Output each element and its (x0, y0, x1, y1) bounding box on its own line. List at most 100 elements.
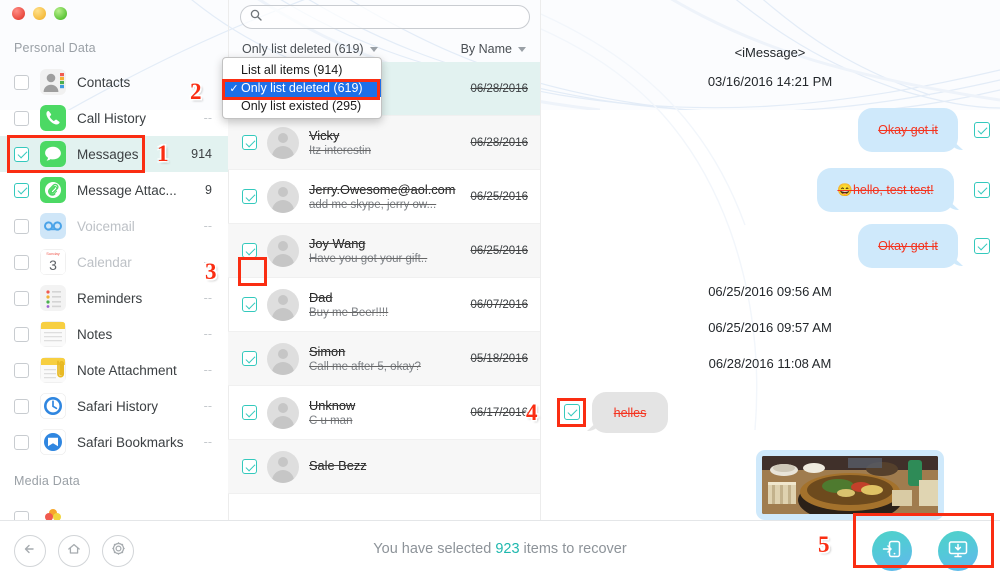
close-window-button[interactable] (12, 7, 25, 20)
table-row[interactable]: Vicky Itz interestin 06/28/2016 (228, 116, 540, 170)
sidebar-checkbox-safari-history[interactable] (14, 398, 29, 414)
minimize-window-button[interactable] (33, 7, 46, 20)
sidebar-checkbox-voicemail[interactable] (14, 218, 29, 234)
scope-dropdown-menu[interactable]: List all items (914) ✓ Only list deleted… (222, 57, 382, 119)
search-bar[interactable] (240, 5, 530, 29)
message-attachment-icon (40, 177, 66, 203)
sidebar-item-calendar[interactable]: Sunday 3 Calendar -- (0, 244, 228, 280)
message-select-checkbox[interactable] (564, 404, 580, 420)
sidebar-checkbox-messages[interactable] (14, 146, 29, 162)
sidebar-checkbox-note-attachment[interactable] (14, 362, 29, 378)
message-bubble-text: Okay got it (878, 239, 938, 253)
sidebar-checkbox-calendar[interactable] (14, 254, 29, 270)
annotation-number-3: 3 (205, 259, 217, 284)
row-text: Simon Call me after 5, okay? (309, 344, 459, 373)
message-select-checkbox[interactable] (974, 238, 990, 254)
chevron-down-icon (518, 46, 526, 52)
row-name: Vicky (309, 128, 340, 143)
row-name: Dad (309, 290, 333, 305)
row-name: Sale Bezz (309, 458, 367, 473)
row-checkbox[interactable] (242, 297, 257, 312)
sidebar-label-call-history: Call History (77, 110, 147, 126)
window-traffic-lights[interactable] (12, 7, 67, 20)
message-bubble-incoming[interactable]: helles (592, 392, 668, 433)
sidebar-section-personal-data: Personal Data (14, 41, 96, 55)
sidebar-count-safari-history: -- (203, 399, 212, 413)
recover-to-device-button[interactable] (872, 531, 912, 571)
sidebar-item-notes[interactable]: Notes -- (0, 316, 228, 352)
sidebar-item-note-attachment[interactable]: Note Attachment -- (0, 352, 228, 388)
dropdown-item-only-existed[interactable]: Only list existed (295) (223, 97, 381, 115)
message-bubble-outgoing[interactable]: 😄hello, test test! (817, 168, 954, 212)
sidebar-checkbox-safari-bookmarks[interactable] (14, 434, 29, 450)
filter-scope-dropdown[interactable]: Only list deleted (619) (242, 42, 378, 56)
sidebar-count-note-attachment: -- (203, 363, 212, 377)
filter-scope-label: Only list deleted (619) (242, 42, 364, 56)
table-row[interactable]: Dad Buy me Beer!!!! 06/07/2016 (228, 278, 540, 332)
row-name: Simon (309, 344, 346, 359)
message-bubble-outgoing[interactable]: Okay got it (858, 224, 958, 268)
row-checkbox[interactable] (242, 351, 257, 366)
row-date: 06/25/2016 (470, 190, 528, 203)
avatar (267, 450, 299, 483)
sidebar-count-reminders: -- (203, 291, 212, 305)
sidebar-label-message-attachments: Message Attac... (77, 182, 177, 198)
table-row[interactable]: Sale Bezz (228, 440, 540, 494)
dropdown-item-only-deleted[interactable]: ✓ Only list deleted (619) (223, 79, 381, 97)
row-checkbox[interactable] (242, 405, 257, 420)
notes-icon (40, 321, 66, 347)
row-date: 06/25/2016 (470, 244, 528, 257)
message-bubble-text: 😄hello, test test! (837, 182, 934, 197)
row-preview: Itz interestin (309, 145, 371, 157)
status-prefix: You have selected (373, 541, 496, 557)
annotation-number-2: 2 (190, 79, 202, 104)
sidebar-item-voicemail[interactable]: Voicemail -- (0, 208, 228, 244)
avatar (267, 288, 299, 321)
sidebar-checkbox-reminders[interactable] (14, 290, 29, 306)
recover-to-device-icon (881, 538, 903, 565)
sidebar-item-safari-history[interactable]: Safari History -- (0, 388, 228, 424)
search-input[interactable] (267, 10, 507, 24)
call-history-icon (40, 105, 66, 131)
message-bubble-text: helles (613, 405, 647, 420)
sidebar-item-reminders[interactable]: Reminders -- (0, 280, 228, 316)
sidebar-item-message-attachments[interactable]: Message Attac... 9 (0, 172, 228, 208)
sidebar-item-messages[interactable]: Messages 914 (0, 136, 228, 172)
row-checkbox[interactable] (242, 189, 257, 204)
message-bubble-photo[interactable] (756, 450, 944, 520)
avatar (267, 342, 299, 375)
conversation-header: <iMessage> (734, 45, 806, 60)
sidebar-item-photos[interactable] (0, 500, 228, 520)
sidebar-checkbox-call-history[interactable] (14, 110, 29, 126)
sidebar-item-call-history[interactable]: Call History -- (0, 100, 228, 136)
message-select-checkbox[interactable] (974, 122, 990, 138)
table-row[interactable]: Unknow C u man 06/17/2016 (228, 386, 540, 440)
zoom-window-button[interactable] (54, 7, 67, 20)
conversation-timestamp: 06/25/2016 09:56 AM (708, 284, 832, 299)
attached-photo (762, 456, 938, 514)
sidebar-checkbox-photos[interactable] (14, 510, 29, 520)
sidebar-checkbox-notes[interactable] (14, 326, 29, 342)
row-checkbox[interactable] (242, 135, 257, 150)
status-text: You have selected 923 items to recover (0, 541, 1000, 557)
row-preview: C u man (309, 415, 353, 427)
sidebar-section-media-data: Media Data (14, 474, 80, 488)
table-row[interactable]: Jerry.Owesome@aol.com add me skype, jerr… (228, 170, 540, 224)
row-checkbox[interactable] (242, 243, 257, 258)
conversation-timestamp: 06/28/2016 11:08 AM (708, 356, 832, 371)
row-date: 06/17/2016 (470, 406, 528, 419)
svg-text:3: 3 (49, 257, 57, 273)
avatar (267, 126, 299, 159)
message-select-checkbox[interactable] (974, 182, 990, 198)
table-row[interactable]: Joy Wang Have you got your gift.. 06/25/… (228, 224, 540, 278)
filter-sort-dropdown[interactable]: By Name (461, 42, 526, 56)
sidebar-item-safari-bookmarks[interactable]: Safari Bookmarks -- (0, 424, 228, 460)
message-rows[interactable]: 06/28/2016 Vicky Itz interestin 06/28/20… (228, 62, 540, 520)
row-checkbox[interactable] (242, 459, 257, 474)
dropdown-item-list-all[interactable]: List all items (914) (223, 61, 381, 79)
message-bubble-outgoing[interactable]: Okay got it (858, 108, 958, 152)
sidebar-checkbox-message-attachments[interactable] (14, 182, 29, 198)
recover-to-computer-button[interactable] (938, 531, 978, 571)
table-row[interactable]: Simon Call me after 5, okay? 05/18/2016 (228, 332, 540, 386)
sidebar-checkbox-contacts[interactable] (14, 74, 29, 90)
